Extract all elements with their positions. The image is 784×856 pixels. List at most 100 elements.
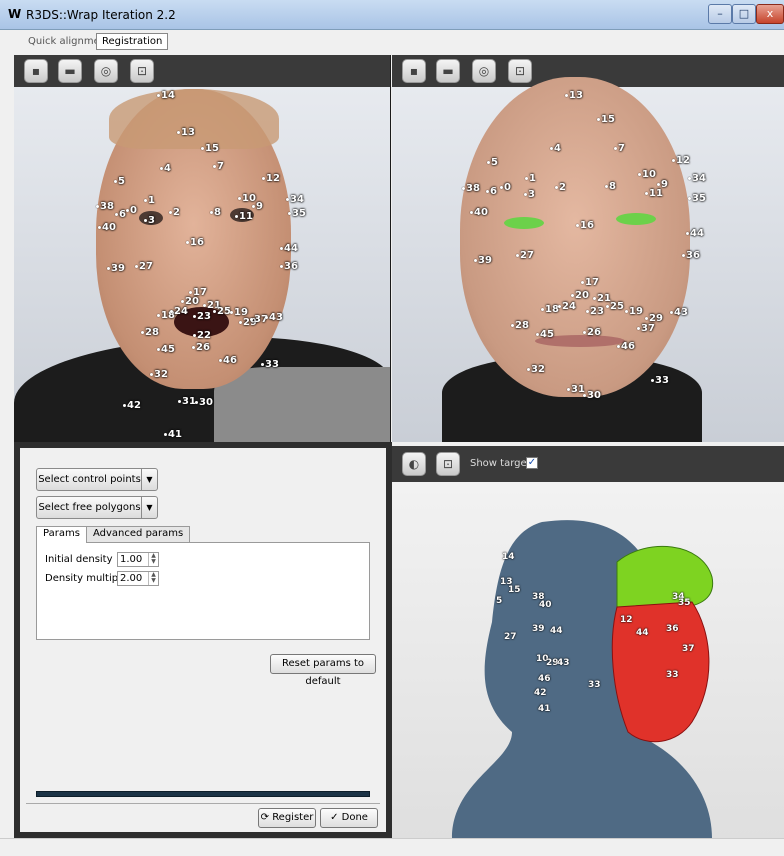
source-scene[interactable]: 14 13 15 7 4 5 12 34 35 38 6 0 1 3 2 8 1… bbox=[14, 87, 390, 442]
landmark-label[interactable]: 36 bbox=[280, 261, 298, 272]
landmark-label[interactable]: 38 bbox=[462, 183, 480, 194]
landmark-label[interactable]: 23 bbox=[193, 311, 211, 322]
landmark-label[interactable]: 28 bbox=[511, 320, 529, 331]
landmark-label[interactable]: 42 bbox=[123, 400, 141, 411]
landmark-label[interactable]: 28 bbox=[141, 327, 159, 338]
landmark-label[interactable]: 35 bbox=[288, 208, 306, 219]
landmark-label[interactable]: 30 bbox=[195, 397, 213, 408]
initial-density-spinbox[interactable]: 1.00 ▲ ▼ bbox=[117, 552, 159, 567]
register-button[interactable]: ⟳ Register bbox=[258, 808, 316, 828]
reset-params-button[interactable]: Reset params to default bbox=[270, 654, 376, 687]
landmark-label[interactable]: 5 bbox=[114, 176, 125, 187]
select-free-polygons-combo[interactable]: Select free polygons ▼ bbox=[36, 496, 158, 519]
landmark-label[interactable]: 16 bbox=[576, 220, 594, 231]
result-scene[interactable]: 14 13 15 38 5 40 12 34 35 36 39 44 27 10… bbox=[392, 482, 784, 838]
landmark-label[interactable]: 3 bbox=[144, 215, 155, 226]
spin-arrows-icon[interactable]: ▲ ▼ bbox=[148, 553, 158, 566]
landmark-label[interactable]: 7 bbox=[614, 143, 625, 154]
landmark-label[interactable]: 33 bbox=[261, 359, 279, 370]
folder-icon[interactable]: ▪ bbox=[24, 59, 48, 83]
landmark-label[interactable]: 32 bbox=[527, 364, 545, 375]
landmark-label[interactable]: 17 bbox=[581, 277, 599, 288]
save-icon[interactable]: ▬ bbox=[58, 59, 82, 83]
landmark-label[interactable]: 37 bbox=[682, 644, 695, 654]
landmark-label[interactable]: 8 bbox=[210, 207, 221, 218]
select-free-polygons-label[interactable]: Select free polygons bbox=[37, 497, 142, 518]
source-viewport[interactable]: ▪ ▬ ◎ ⊡ 14 13 15 7 4 5 12 34 35 38 6 0 1… bbox=[14, 55, 391, 442]
landmark-label[interactable]: 36 bbox=[682, 250, 700, 261]
landmark-label[interactable]: 19 bbox=[625, 306, 643, 317]
tab-registration[interactable]: Registration bbox=[96, 33, 169, 50]
close-button[interactable]: x bbox=[756, 4, 784, 24]
minimize-button[interactable]: – bbox=[708, 4, 732, 24]
landmark-label[interactable]: 6 bbox=[115, 209, 126, 220]
spin-arrows-icon[interactable]: ▲ ▼ bbox=[148, 572, 158, 585]
maximize-button[interactable]: □ bbox=[732, 4, 756, 24]
landmark-label[interactable]: 43 bbox=[265, 312, 283, 323]
landmark-label[interactable]: 27 bbox=[135, 261, 153, 272]
landmark-label[interactable]: 30 bbox=[583, 390, 601, 401]
density-multiplier-value[interactable]: 2.00 bbox=[120, 573, 142, 584]
initial-density-value[interactable]: 1.00 bbox=[120, 554, 142, 565]
fit-icon[interactable]: ⊡ bbox=[130, 59, 154, 83]
landmark-label[interactable]: 41 bbox=[538, 704, 551, 714]
tab-advanced-params[interactable]: Advanced params bbox=[86, 526, 191, 542]
fit-icon[interactable]: ⊡ bbox=[508, 59, 532, 83]
landmark-label[interactable]: 44 bbox=[686, 228, 704, 239]
landmark-label[interactable]: 24 bbox=[170, 306, 188, 317]
landmark-label[interactable]: 43 bbox=[557, 658, 570, 668]
landmark-label[interactable]: 14 bbox=[157, 90, 175, 101]
chevron-down-icon[interactable]: ▼ bbox=[141, 497, 157, 518]
landmark-label[interactable]: 40 bbox=[539, 600, 552, 610]
landmark-label[interactable]: 2 bbox=[555, 182, 566, 193]
landmark-label[interactable]: 9 bbox=[252, 201, 263, 212]
landmark-label[interactable]: 25 bbox=[213, 306, 231, 317]
landmark-label[interactable]: 34 bbox=[286, 194, 304, 205]
landmark-label[interactable]: 15 bbox=[508, 585, 521, 595]
landmark-label[interactable]: 44 bbox=[550, 626, 563, 636]
landmark-label[interactable]: 13 bbox=[177, 127, 195, 138]
select-control-points-combo[interactable]: Select control points ▼ bbox=[36, 468, 158, 491]
landmark-label[interactable]: 4 bbox=[160, 163, 171, 174]
select-control-points-label[interactable]: Select control points bbox=[37, 469, 142, 490]
landmark-label[interactable]: 18 bbox=[541, 304, 559, 315]
landmark-label[interactable]: 4 bbox=[550, 143, 561, 154]
landmark-label[interactable]: 34 bbox=[688, 173, 706, 184]
target-scene[interactable]: 13 15 4 7 5 12 38 6 0 1 3 2 8 10 9 11 34… bbox=[392, 77, 784, 442]
landmark-label[interactable]: 45 bbox=[536, 329, 554, 340]
density-multiplier-spinbox[interactable]: 2.00 ▲ ▼ bbox=[117, 571, 159, 586]
chevron-down-icon[interactable]: ▼ bbox=[141, 469, 157, 490]
landmark-label[interactable]: 12 bbox=[262, 173, 280, 184]
landmark-label[interactable]: 13 bbox=[565, 90, 583, 101]
landmark-label[interactable]: 39 bbox=[474, 255, 492, 266]
landmark-label[interactable]: 40 bbox=[470, 207, 488, 218]
landmark-label[interactable]: 39 bbox=[107, 263, 125, 274]
landmark-label[interactable]: 35 bbox=[678, 598, 691, 608]
landmark-label[interactable]: 33 bbox=[666, 670, 679, 680]
landmark-label[interactable]: 41 bbox=[164, 429, 182, 440]
landmark-label[interactable]: 40 bbox=[98, 222, 116, 233]
landmark-label[interactable]: 33 bbox=[588, 680, 601, 690]
landmark-label[interactable]: 1 bbox=[144, 195, 155, 206]
center-icon[interactable]: ◎ bbox=[94, 59, 118, 83]
tab-params[interactable]: Params bbox=[36, 526, 87, 543]
landmark-label[interactable]: 24 bbox=[558, 301, 576, 312]
landmark-label[interactable]: 16 bbox=[186, 237, 204, 248]
landmark-label[interactable]: 5 bbox=[496, 596, 502, 606]
landmark-label[interactable]: 14 bbox=[502, 552, 515, 562]
landmark-label[interactable]: 27 bbox=[504, 632, 517, 642]
landmark-label[interactable]: 11 bbox=[235, 211, 253, 222]
landmark-label[interactable]: 42 bbox=[534, 688, 547, 698]
landmark-label[interactable]: 44 bbox=[280, 243, 298, 254]
landmark-label[interactable]: 44 bbox=[636, 628, 649, 638]
landmark-label[interactable]: 15 bbox=[597, 114, 615, 125]
landmark-label[interactable]: 11 bbox=[645, 188, 663, 199]
landmark-label[interactable]: 38 bbox=[96, 201, 114, 212]
landmark-label[interactable]: 12 bbox=[620, 615, 633, 625]
landmark-label[interactable]: 32 bbox=[150, 369, 168, 380]
landmark-label[interactable]: 43 bbox=[670, 307, 688, 318]
landmark-label[interactable]: 22 bbox=[193, 330, 211, 341]
result-3d-viewport[interactable]: ◐ ⊡ Show target ✓ 14 13 15 38 5 40 12 34… bbox=[392, 446, 784, 838]
fit-icon[interactable]: ⊡ bbox=[436, 452, 460, 476]
landmark-label[interactable]: 2 bbox=[169, 207, 180, 218]
